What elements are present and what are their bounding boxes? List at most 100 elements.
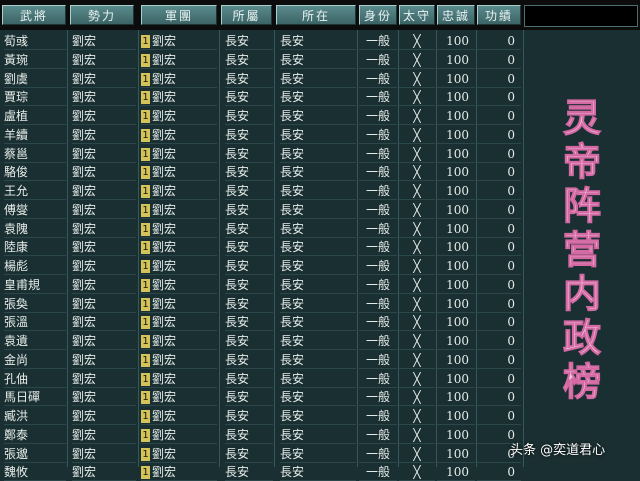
- cell-general-name: 黃琬: [4, 51, 66, 69]
- cell-faction: 劉宏: [72, 220, 136, 238]
- table-row[interactable]: 張邈 劉宏 1 劉宏 長安 長安 一般 ╳ 100 0: [0, 445, 525, 463]
- cell-belong: 長安: [225, 407, 273, 425]
- table-row[interactable]: 魏攸 劉宏 1 劉宏 長安 長安 一般 ╳ 100 0: [0, 463, 525, 481]
- corps-number-badge: 1: [141, 410, 150, 423]
- cell-corps: 1 劉宏: [141, 107, 217, 125]
- header-status[interactable]: 身份: [359, 5, 397, 25]
- table-row[interactable]: 王允 劉宏 1 劉宏 長安 長安 一般 ╳ 100 0: [0, 182, 525, 200]
- table-row[interactable]: 駱俊 劉宏 1 劉宏 長安 長安 一般 ╳ 100 0: [0, 163, 525, 182]
- cell-governor: ╳: [399, 70, 435, 88]
- table-row[interactable]: 賈琮 劉宏 1 劉宏 長安 長安 一般 ╳ 100 0: [0, 88, 525, 107]
- header-corps[interactable]: 軍團: [141, 5, 217, 25]
- cell-belong: 長安: [225, 126, 273, 144]
- header-faction[interactable]: 勢力: [70, 5, 134, 25]
- table-row[interactable]: 孔伷 劉宏 1 劉宏 長安 長安 一般 ╳ 100 0: [0, 370, 525, 388]
- table-row[interactable]: 傅燮 劉宏 1 劉宏 長安 長安 一般 ╳ 100 0: [0, 201, 525, 219]
- cell-general-name: 蔡邕: [4, 145, 66, 163]
- cell-belong: 長安: [225, 351, 273, 369]
- cell-location: 長安: [280, 182, 356, 200]
- overlay-caption-char: 帝: [562, 140, 601, 185]
- cell-faction: 劉宏: [72, 463, 136, 481]
- cell-status: 一般: [359, 388, 397, 407]
- cell-governor: ╳: [399, 445, 435, 463]
- cell-location: 長安: [280, 201, 356, 219]
- cell-merit: 0: [477, 182, 521, 200]
- corps-number-badge: 1: [141, 466, 150, 480]
- cell-corps: 1 劉宏: [141, 182, 217, 200]
- table-row[interactable]: 楊彪 劉宏 1 劉宏 長安 長安 一般 ╳ 100 0: [0, 257, 525, 275]
- cell-loyalty: 100: [437, 107, 475, 125]
- cell-corps: 1 劉宏: [141, 163, 217, 182]
- cell-governor: ╳: [399, 126, 435, 144]
- cell-location: 長安: [280, 32, 356, 50]
- cell-merit: 0: [477, 51, 521, 69]
- table-row[interactable]: 張溫 劉宏 1 劉宏 長安 長安 一般 ╳ 100 0: [0, 313, 525, 332]
- cell-status: 一般: [359, 107, 397, 125]
- table-row[interactable]: 金尚 劉宏 1 劉宏 長安 長安 一般 ╳ 100 0: [0, 351, 525, 369]
- header-general[interactable]: 武將: [2, 5, 66, 25]
- table-row[interactable]: 蔡邕 劉宏 1 劉宏 長安 長安 一般 ╳ 100 0: [0, 145, 525, 163]
- cell-location: 長安: [280, 407, 356, 425]
- table-row[interactable]: 鄭泰 劉宏 1 劉宏 長安 長安 一般 ╳ 100 0: [0, 426, 525, 444]
- corps-name: 劉宏: [152, 71, 177, 86]
- corps-name: 劉宏: [152, 334, 177, 348]
- cell-status: 一般: [359, 370, 397, 388]
- cell-merit: 0: [477, 257, 521, 275]
- cell-governor: ╳: [399, 257, 435, 275]
- cell-governor: ╳: [399, 163, 435, 182]
- cell-status: 一般: [359, 313, 397, 332]
- cell-governor: ╳: [399, 88, 435, 107]
- cell-location: 長安: [280, 463, 356, 481]
- corps-name: 劉宏: [152, 390, 177, 405]
- table-row[interactable]: 張奐 劉宏 1 劉宏 長安 長安 一般 ╳ 100 0: [0, 295, 525, 313]
- table-row[interactable]: 馬日磾 劉宏 1 劉宏 長安 長安 一般 ╳ 100 0: [0, 388, 525, 407]
- header-belong[interactable]: 所屬: [221, 5, 272, 25]
- cell-corps: 1 劉宏: [141, 463, 217, 481]
- cell-faction: 劉宏: [72, 88, 136, 107]
- cell-governor: ╳: [399, 182, 435, 200]
- cell-belong: 長安: [225, 51, 273, 69]
- table-row[interactable]: 皇甫規 劉宏 1 劉宏 長安 長安 一般 ╳ 100 0: [0, 276, 525, 294]
- table-row[interactable]: 袁隗 劉宏 1 劉宏 長安 長安 一般 ╳ 100 0: [0, 220, 525, 238]
- header-governor[interactable]: 太守: [399, 5, 435, 25]
- table-row[interactable]: 劉虞 劉宏 1 劉宏 長安 長安 一般 ╳ 100 0: [0, 70, 525, 88]
- header-merit[interactable]: 功績: [477, 5, 521, 25]
- cell-merit: 0: [477, 220, 521, 238]
- table-row[interactable]: 袁遺 劉宏 1 劉宏 長安 長安 一般 ╳ 100 0: [0, 332, 525, 350]
- cell-corps: 1 劉宏: [141, 426, 217, 444]
- corps-name: 劉宏: [152, 240, 177, 255]
- table-row[interactable]: 荀彧 劉宏 1 劉宏 長安 長安 一般 ╳ 100 0: [0, 32, 525, 50]
- table-row[interactable]: 黃琬 劉宏 1 劉宏 長安 長安 一般 ╳ 100 0: [0, 51, 525, 69]
- cell-merit: 0: [477, 238, 521, 257]
- cell-location: 長安: [280, 145, 356, 163]
- cell-corps: 1 劉宏: [141, 32, 217, 50]
- table-row[interactable]: 羊續 劉宏 1 劉宏 長安 長安 一般 ╳ 100 0: [0, 126, 525, 144]
- cell-loyalty: 100: [437, 220, 475, 238]
- cell-general-name: 賈琮: [4, 88, 66, 107]
- cell-belong: 長安: [225, 220, 273, 238]
- cell-corps: 1 劉宏: [141, 295, 217, 313]
- cell-faction: 劉宏: [72, 163, 136, 182]
- corps-name: 劉宏: [152, 427, 177, 442]
- header-loyalty[interactable]: 忠誠: [437, 5, 475, 25]
- cell-merit: 0: [477, 32, 521, 50]
- table-row[interactable]: 臧洪 劉宏 1 劉宏 長安 長安 一般 ╳ 100 0: [0, 407, 525, 425]
- corps-number-badge: 1: [141, 353, 150, 367]
- overlay-caption-char: 营: [562, 228, 601, 273]
- cell-corps: 1 劉宏: [141, 257, 217, 275]
- table-row[interactable]: 陸康 劉宏 1 劉宏 長安 長安 一般 ╳ 100 0: [0, 238, 525, 257]
- cell-loyalty: 100: [437, 163, 475, 182]
- cell-general-name: 張邈: [4, 445, 66, 463]
- table-row[interactable]: 盧植 劉宏 1 劉宏 長安 長安 一般 ╳ 100 0: [0, 107, 525, 125]
- header-location[interactable]: 所在: [276, 5, 356, 25]
- cell-status: 一般: [359, 32, 397, 50]
- corps-name: 劉宏: [152, 315, 177, 330]
- cell-faction: 劉宏: [72, 445, 136, 463]
- corps-number-badge: 1: [141, 316, 150, 330]
- cell-corps: 1 劉宏: [141, 201, 217, 219]
- cell-location: 長安: [280, 295, 356, 313]
- overlay-caption: 灵帝阵营内政榜: [558, 96, 606, 405]
- column-header-bar: 武將 勢力 軍團 所屬 所在 身份 太守 忠誠 功績: [0, 0, 640, 30]
- corps-name: 劉宏: [152, 446, 177, 461]
- cell-location: 長安: [280, 388, 356, 407]
